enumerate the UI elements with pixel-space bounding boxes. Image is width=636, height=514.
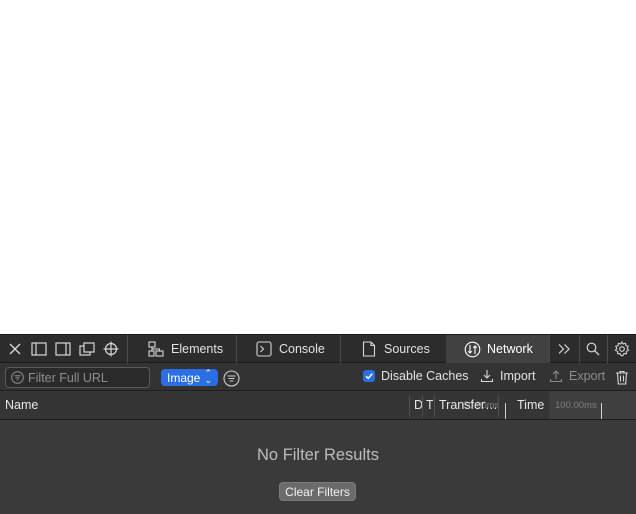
- column-header-domain[interactable]: D: [414, 391, 422, 419]
- resource-type-select[interactable]: Image ⌃ ⌄: [161, 369, 218, 386]
- tab-label: Network: [487, 342, 533, 356]
- timeline-tick-50ms: [505, 403, 506, 419]
- tab-console[interactable]: Console: [237, 335, 340, 363]
- disable-caches-label: Disable Caches: [381, 369, 469, 383]
- column-divider[interactable]: [434, 395, 435, 417]
- console-icon: [255, 340, 273, 358]
- column-header-type[interactable]: T: [426, 391, 433, 419]
- url-filter-field[interactable]: [5, 367, 150, 388]
- column-header-transfer[interactable]: Transfer…: [439, 391, 497, 419]
- sources-icon: [360, 340, 378, 358]
- inspector-tab-bar: Elements Console Sources Network: [0, 334, 636, 363]
- network-filter-bar: Image ⌃⌄ Disable Caches Import Export: [0, 363, 636, 391]
- tab-label: Elements: [171, 342, 224, 356]
- tab-elements[interactable]: Elements: [128, 335, 236, 363]
- network-icon: [463, 340, 481, 358]
- tab-network[interactable]: Network: [446, 335, 549, 363]
- timeline-tick-100ms: [601, 403, 602, 419]
- filter-options-icon[interactable]: [222, 369, 240, 387]
- more-tabs-icon[interactable]: [552, 335, 576, 363]
- tab-label: Sources: [384, 342, 430, 356]
- close-icon[interactable]: [3, 335, 27, 363]
- column-divider[interactable]: [422, 395, 423, 417]
- tab-separator: [549, 335, 550, 363]
- column-header-waterfall[interactable]: 100.00ms: [549, 391, 636, 419]
- tab-label: Console: [279, 342, 325, 356]
- clear-filters-button[interactable]: Clear Filters: [279, 482, 356, 501]
- tab-separator: [579, 335, 580, 363]
- upload-icon: [549, 369, 563, 383]
- column-divider[interactable]: [409, 395, 410, 417]
- tab-sources[interactable]: Sources: [341, 335, 445, 363]
- import-label: Import: [500, 369, 536, 383]
- checkbox-checked-icon[interactable]: [363, 370, 375, 382]
- crosshair-icon[interactable]: [99, 335, 123, 363]
- elements-icon: [147, 340, 165, 358]
- dock-right-icon[interactable]: [51, 335, 75, 363]
- column-label: Transfer…: [439, 398, 497, 412]
- filter-icon: [10, 371, 24, 385]
- disable-caches-toggle[interactable]: Disable Caches: [363, 369, 469, 383]
- column-label: D: [414, 398, 422, 412]
- detach-window-icon[interactable]: [75, 335, 99, 363]
- column-header-time[interactable]: Time: [517, 391, 547, 419]
- timeline-label-100ms: 100.00ms: [555, 399, 597, 411]
- network-table-header: Name D T 50.00ms Transfer… Time 100.00ms: [0, 391, 636, 420]
- resource-type-label: Image: [167, 370, 201, 385]
- column-label: Name: [5, 398, 39, 412]
- import-button[interactable]: Import: [480, 369, 535, 383]
- trash-icon[interactable]: [614, 369, 630, 385]
- inspected-page: [0, 0, 636, 334]
- web-inspector: Elements Console Sources Network Filter …: [0, 334, 636, 514]
- url-filter-input[interactable]: [28, 370, 146, 385]
- column-label: Time: [517, 398, 545, 412]
- tab-separator: [607, 335, 608, 363]
- search-icon[interactable]: [581, 335, 605, 363]
- gear-icon[interactable]: [610, 335, 634, 363]
- column-label: T: [426, 398, 433, 412]
- export-button[interactable]: Export: [549, 369, 605, 383]
- column-header-name[interactable]: Name: [5, 391, 405, 419]
- up-down-chevron-icon: ⌃ ⌄: [204, 368, 212, 385]
- download-icon: [480, 369, 494, 383]
- column-divider[interactable]: [498, 395, 499, 417]
- no-filter-results-message: No Filter Results: [257, 446, 379, 464]
- export-label: Export: [569, 369, 606, 383]
- dock-left-icon[interactable]: [27, 335, 51, 363]
- network-empty-state: No Filter Results Clear Filters: [0, 420, 636, 514]
